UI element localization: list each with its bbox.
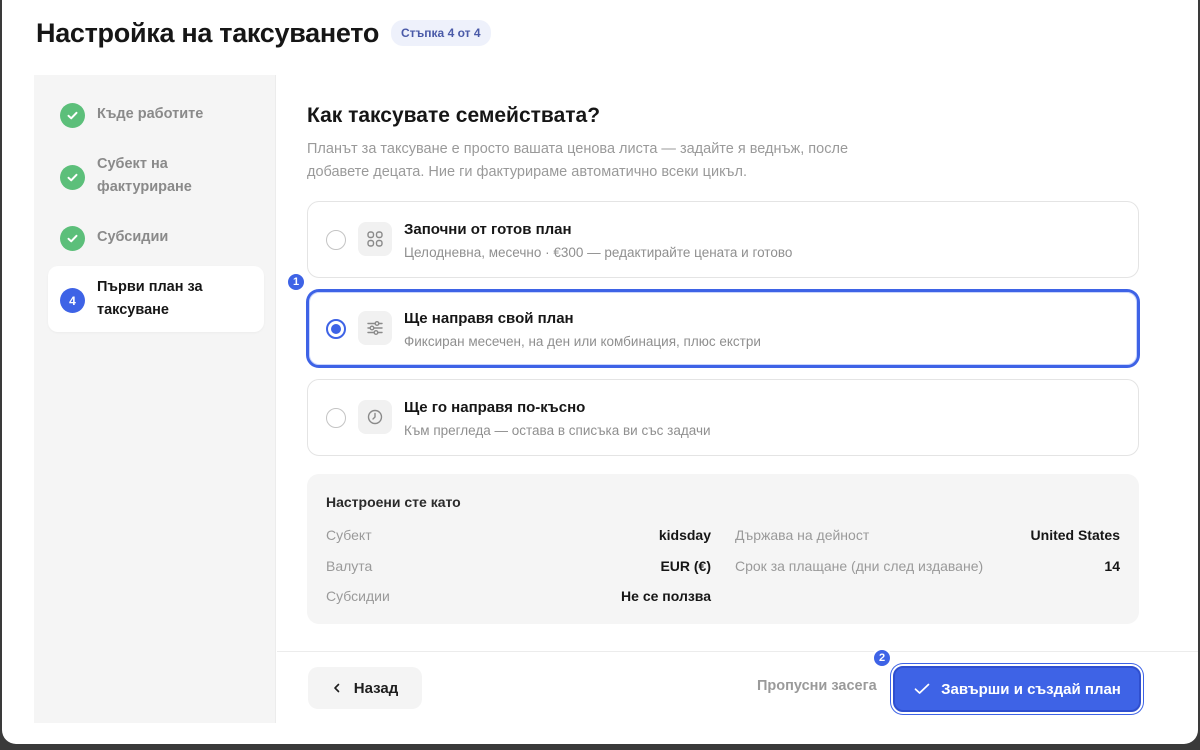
settings-summary: Настроени сте като Субект kidsday Валута… (307, 474, 1139, 624)
radio-button-selected[interactable] (326, 319, 346, 339)
step-item-billing-entity[interactable]: Субект на фактуриране (48, 153, 264, 199)
finish-create-plan-button[interactable]: Завърши и създай план (893, 666, 1141, 712)
radio-button[interactable] (326, 230, 346, 250)
grid-icon (358, 222, 392, 256)
option-ready-plan[interactable]: Започни от готов план Целодневна, месечн… (307, 201, 1139, 278)
radio-button[interactable] (326, 408, 346, 428)
step-number: 4 (60, 288, 85, 313)
check-icon (914, 683, 930, 694)
stepper-sidebar: Къде работите Субект на фактуриране Субс… (34, 75, 276, 723)
step-label: Къде работите (97, 106, 204, 122)
page-title: Настройка на таксуването (36, 17, 380, 48)
option-description: Фиксиран месечен, на ден или комбинация,… (404, 334, 761, 349)
step-label: Субсидии (97, 229, 169, 245)
annotation-marker: 1 (286, 272, 306, 292)
billing-setup-dialog: Настройка на таксуването Стъпка 4 от 4 К… (2, 0, 1198, 744)
step-item-first-plan[interactable]: 4 Първи план за таксуване (48, 266, 264, 332)
summary-key: Държава на дейност (735, 527, 870, 543)
back-label: Назад (353, 679, 399, 697)
chevron-left-icon (333, 683, 340, 693)
step-label: Първи план за таксуване (97, 279, 203, 318)
sliders-icon (358, 311, 392, 345)
option-description: Към прегледа — остава в списъка ви със з… (404, 423, 711, 438)
dialog-header: Настройка на таксуването Стъпка 4 от 4 (36, 16, 491, 50)
step-item-location[interactable]: Къде работите (48, 103, 264, 128)
summary-title: Настроени сте като (326, 494, 461, 510)
finish-label: Завърши и създай план (941, 680, 1121, 698)
step-label: Субект на фактуриране (97, 156, 192, 195)
option-title: Ще го направя по-късно (404, 399, 586, 416)
option-title: Ще направя свой план (404, 310, 574, 327)
summary-value: EUR (€) (660, 558, 711, 574)
footer-divider (277, 651, 1198, 652)
summary-key: Субект (326, 527, 372, 543)
option-custom-plan[interactable]: Ще направя свой план Фиксиран месечен, н… (307, 290, 1139, 367)
section-title: Как таксувате семействата? (307, 104, 601, 127)
check-icon (60, 226, 85, 251)
annotation-marker: 2 (872, 648, 892, 668)
skip-link[interactable]: Пропусни засега (757, 678, 877, 694)
summary-value: kidsday (658, 527, 711, 543)
summary-key: Субсидии (326, 588, 390, 604)
summary-key: Срок за плащане (дни след издаване) (735, 558, 984, 574)
option-title: Започни от готов план (404, 221, 572, 238)
clock-icon (358, 400, 392, 434)
back-button[interactable]: Назад (308, 667, 422, 709)
option-later[interactable]: Ще го направя по-късно Към прегледа — ос… (307, 379, 1139, 456)
step-item-subsidies[interactable]: Субсидии (48, 226, 264, 251)
step-badge: Стъпка 4 от 4 (391, 20, 491, 46)
check-icon (60, 103, 85, 128)
summary-value: United States (1030, 527, 1120, 543)
option-description: Целодневна, месечно · €300 — редактирайт… (404, 245, 793, 260)
check-icon (60, 165, 85, 190)
summary-key: Валута (326, 558, 373, 574)
section-subtitle: Планът за таксуване е просто вашата цено… (307, 141, 849, 180)
summary-value: 14 (1104, 558, 1120, 574)
summary-value: Не се ползва (621, 588, 711, 604)
